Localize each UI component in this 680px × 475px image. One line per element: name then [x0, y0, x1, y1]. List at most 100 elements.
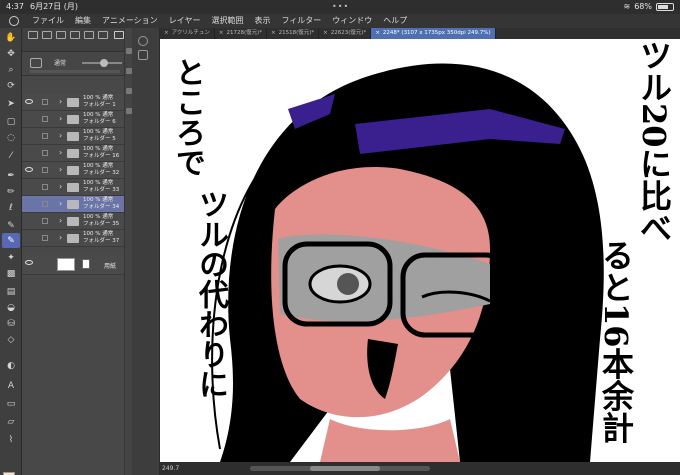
hidden-eye-slot[interactable] [25, 150, 33, 155]
layer-row[interactable]: › 100 % 通常 フォルダー 34 [22, 196, 132, 213]
menu-item[interactable]: ヘルプ [383, 14, 407, 28]
chevron-right-icon[interactable]: › [59, 182, 62, 191]
menu-item[interactable]: ウィンドウ [332, 14, 372, 28]
mask-icon[interactable] [84, 31, 94, 39]
copy-layer-icon[interactable] [56, 31, 66, 39]
pen-icon[interactable]: ✒ [2, 168, 20, 183]
layer-row[interactable]: › 100 % 通常 フォルダー 5 [22, 128, 132, 145]
close-icon[interactable]: × [219, 30, 224, 36]
brush-icon[interactable]: ℓ [2, 200, 20, 215]
operation-icon[interactable]: ➤ [2, 96, 20, 111]
close-icon[interactable]: × [323, 30, 328, 36]
pattern-icon[interactable]: ▩ [2, 266, 20, 281]
active-pen-icon[interactable]: ✎ [2, 233, 20, 248]
document-tab[interactable]: × 21728(復元)* [215, 28, 267, 39]
bucket-icon[interactable]: ⛁ [2, 316, 20, 331]
scroll-thumb[interactable] [310, 466, 380, 471]
text-icon[interactable]: A [2, 378, 20, 393]
lock-icon[interactable] [42, 167, 48, 173]
hidden-eye-slot[interactable] [25, 218, 33, 223]
decoration-icon[interactable]: ✦ [2, 250, 20, 265]
blend-icon[interactable]: ◐ [2, 358, 20, 373]
new-layer-icon[interactable] [28, 31, 38, 39]
layer-row[interactable]: › 100 % 通常 フォルダー 35 [22, 213, 132, 230]
eye-icon[interactable] [25, 260, 33, 265]
layer-row[interactable]: › 100 % 通常 フォルダー 6 [22, 111, 132, 128]
blend-box-icon[interactable] [30, 58, 42, 68]
layer-row[interactable]: › 100 % 通常 フォルダー 37 [22, 230, 132, 247]
drawing-canvas[interactable]: ところで ツルの代わりに ツル20に比べ ると16本余計 [160, 39, 680, 462]
layer-row[interactable]: › 100 % 通常 フォルダー 32 [22, 162, 132, 179]
hidden-eye-slot[interactable] [25, 116, 33, 121]
chevron-right-icon[interactable]: › [59, 165, 62, 174]
delete-layer-icon[interactable] [98, 31, 108, 39]
lock-icon[interactable] [42, 116, 48, 122]
menu-item[interactable]: 選択範囲 [211, 14, 243, 28]
paper-layer-row[interactable]: 用紙 [22, 255, 132, 275]
sub-tool-icon[interactable] [138, 50, 148, 60]
gradient-icon[interactable]: ▤ [2, 284, 20, 299]
lock-icon[interactable] [42, 133, 48, 139]
chevron-right-icon[interactable]: › [59, 97, 62, 106]
close-icon[interactable]: × [375, 30, 380, 36]
document-tab[interactable]: × 21518(復元)* [267, 28, 320, 39]
menu-item[interactable]: レイヤー [169, 14, 201, 28]
opacity-slider[interactable] [82, 59, 122, 67]
ruler-icon[interactable]: ▱ [2, 414, 20, 429]
hidden-eye-slot[interactable] [25, 133, 33, 138]
lasso-icon[interactable]: ◌ [2, 130, 20, 145]
fill-icon[interactable]: ◒ [2, 300, 20, 315]
chevron-right-icon[interactable]: › [59, 131, 62, 140]
new-folder-icon[interactable] [42, 31, 52, 39]
panel-menu-icon[interactable] [114, 31, 124, 39]
pencil-icon[interactable]: ✏ [2, 184, 20, 199]
chevron-right-icon[interactable]: › [59, 114, 62, 123]
app-logo-icon[interactable] [9, 16, 19, 26]
chevron-right-icon[interactable]: › [59, 148, 62, 157]
eye-icon[interactable] [25, 99, 33, 104]
eye-icon[interactable] [25, 167, 33, 172]
lock-icon[interactable] [42, 218, 48, 224]
lock-icon[interactable] [42, 150, 48, 156]
rotate-icon[interactable]: ⟳ [2, 78, 20, 93]
menu-item[interactable]: アニメーション [102, 14, 158, 28]
menu-item[interactable]: フィルター [281, 14, 321, 28]
navigator-icon[interactable] [138, 36, 148, 46]
hidden-eye-slot[interactable] [25, 235, 33, 240]
frame-icon[interactable]: ▭ [2, 396, 20, 411]
hidden-eye-slot[interactable] [25, 184, 33, 189]
eraser-icon[interactable]: ◇ [2, 332, 20, 347]
multitask-dots-icon[interactable]: ••• [332, 0, 349, 14]
opacity-knob[interactable] [100, 59, 108, 67]
horizontal-scrollbar[interactable] [250, 466, 430, 471]
correct-line-icon[interactable]: ⌇ [2, 432, 20, 447]
move-icon[interactable]: ✥ [2, 46, 20, 61]
close-icon[interactable]: × [164, 30, 169, 36]
hidden-eye-slot[interactable] [25, 201, 33, 206]
chevron-right-icon[interactable]: › [59, 216, 62, 225]
layer-row[interactable]: › 100 % 通常 フォルダー 1 [22, 94, 132, 111]
layer-row[interactable]: › 100 % 通常 フォルダー 16 [22, 145, 132, 162]
document-tab[interactable]: × 22623(復元)* [319, 28, 372, 39]
lock-icon[interactable] [42, 99, 48, 105]
chevron-right-icon[interactable]: › [59, 199, 62, 208]
document-tab[interactable]: × アクリルチュン [160, 28, 215, 39]
chevron-right-icon[interactable]: › [59, 233, 62, 242]
lock-icon[interactable] [42, 235, 48, 241]
zoom-icon[interactable]: ⌕ [2, 62, 20, 77]
selection-icon[interactable]: ▢ [2, 114, 20, 129]
hand-icon[interactable]: ✋ [2, 30, 20, 45]
menu-item[interactable]: 表示 [254, 14, 270, 28]
menu-item[interactable]: 編集 [75, 14, 91, 28]
document-tab[interactable]: × 2248* (3107 x 1735px 350dpi 249.7%) [371, 28, 496, 39]
blend-mode-select[interactable]: 通常 [54, 58, 66, 67]
menu-item[interactable]: ファイル [32, 14, 64, 28]
lock-icon[interactable] [42, 201, 48, 207]
lock-icon[interactable] [42, 184, 48, 190]
zoom-level[interactable]: 249.7 [162, 462, 179, 475]
merge-layer-icon[interactable] [70, 31, 80, 39]
eyedropper-icon[interactable]: ⁄ [2, 148, 20, 163]
close-icon[interactable]: × [271, 30, 276, 36]
layer-row[interactable]: › 100 % 通常 フォルダー 33 [22, 179, 132, 196]
marker-icon[interactable]: ✎ [2, 218, 20, 233]
